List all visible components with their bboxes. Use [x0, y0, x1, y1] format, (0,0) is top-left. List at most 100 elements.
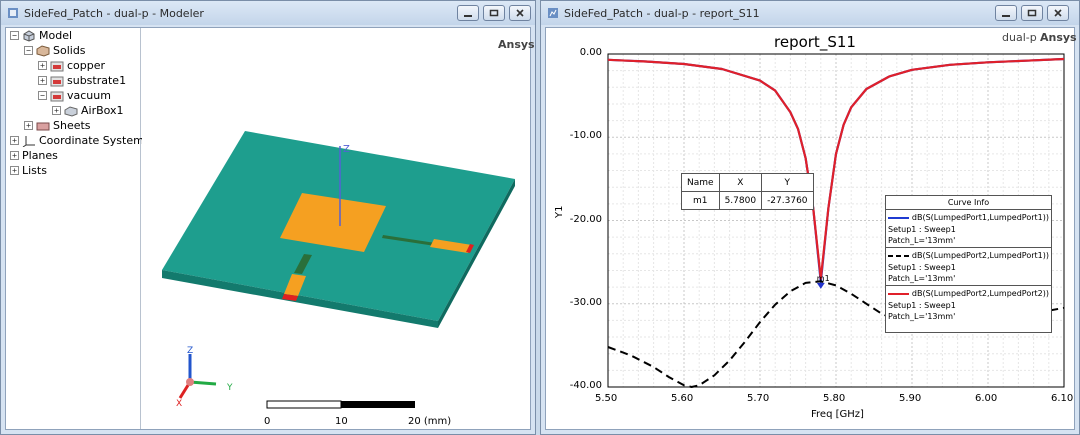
legend-param: Patch_L='13mm'	[888, 274, 956, 283]
tree-label: substrate1	[67, 74, 127, 87]
legend-name: dB(S(LumpedPort2,LumpedPort1))	[911, 251, 1049, 260]
collapse-toggle[interactable]: −	[38, 91, 47, 100]
collapse-toggle[interactable]: −	[10, 31, 19, 40]
minimize-icon	[1002, 15, 1010, 17]
x-tick-label: 6.00	[975, 393, 998, 404]
close-button[interactable]	[509, 5, 531, 21]
restore-icon	[1027, 9, 1037, 17]
expand-toggle[interactable]: +	[38, 61, 47, 70]
tree-label: Planes	[22, 149, 58, 162]
legend-param: Patch_L='13mm'	[888, 312, 956, 321]
triad-y-label: Y	[226, 383, 233, 393]
expand-toggle[interactable]: +	[10, 151, 19, 160]
modeler-3d-view[interactable]: Ansys Z Z Y X 0 10 20 (mm)	[142, 28, 535, 431]
x-tick-label: 6.10	[1051, 393, 1074, 404]
marker-y-cell: -27.3760	[761, 191, 814, 210]
table-row[interactable]: m1 5.7800 -27.3760	[681, 191, 814, 210]
close-icon	[1054, 9, 1062, 17]
tree-item-airbox1[interactable]: + AirBox1	[52, 103, 124, 118]
tree-label: Solids	[53, 44, 86, 57]
close-button[interactable]	[1047, 5, 1069, 21]
legend-entry[interactable]: dB(S(LumpedPort2,LumpedPort2)) Setup1 : …	[886, 286, 1051, 323]
y-tick-label: -20.00	[569, 213, 602, 225]
modeler-content: − Model − Solids + copper + substrate1 −	[5, 27, 535, 431]
tree-item-model[interactable]: − Model	[10, 28, 72, 43]
expand-toggle[interactable]: +	[10, 136, 19, 145]
marker-table[interactable]: Name X Y m1 5.7800 -27.3760	[681, 173, 814, 210]
tree-item-lists[interactable]: + Lists	[10, 163, 47, 178]
report-content: report_S11 dual-p Ansys m1 5.50 5.60 5.70 5…	[545, 27, 1077, 430]
collapse-toggle[interactable]: −	[24, 46, 33, 55]
expand-toggle[interactable]: +	[10, 166, 19, 175]
scale-tick-10: 10	[335, 416, 348, 427]
minimize-button[interactable]	[995, 5, 1017, 21]
tree-item-planes[interactable]: + Planes	[10, 148, 58, 163]
report-window: SideFed_Patch - dual-p - report_S11 repo…	[540, 0, 1080, 435]
legend-name: dB(S(LumpedPort2,LumpedPort2))	[911, 289, 1049, 298]
x-tick-label: 5.70	[747, 393, 770, 404]
modeler-window: SideFed_Patch - dual-p - Modeler − Model…	[0, 0, 536, 435]
tree-item-coordinate-systems[interactable]: + Coordinate Systems	[10, 133, 150, 148]
tree-label: Model	[39, 29, 73, 42]
y-tick-label: -30.00	[569, 296, 602, 308]
tree-label: copper	[67, 59, 106, 72]
x-axis-label: Freq [GHz]	[811, 409, 864, 420]
report-app-icon	[548, 8, 558, 18]
legend-setup: Setup1 : Sweep1	[888, 225, 956, 234]
modeler-title: SideFed_Patch - dual-p - Modeler	[24, 6, 204, 20]
legend-name: dB(S(LumpedPort1,LumpedPort1))	[911, 213, 1049, 222]
expand-toggle[interactable]: +	[38, 76, 47, 85]
legend-setup: Setup1 : Sweep1	[888, 301, 956, 310]
legend-swatch-dashed	[888, 254, 909, 257]
triad-x-label: X	[176, 399, 182, 409]
tree-label: AirBox1	[81, 104, 124, 117]
plot-marker[interactable]: m1	[816, 274, 830, 289]
triad-z-label: Z	[187, 346, 193, 356]
marker-m1-triangle[interactable]	[816, 282, 825, 289]
scale-bar-white	[266, 400, 342, 409]
scale-tick-0: 0	[264, 416, 270, 427]
report-title: SideFed_Patch - dual-p - report_S11	[564, 6, 760, 20]
minimize-button[interactable]	[457, 5, 479, 21]
solid-object-icon	[64, 105, 78, 117]
legend-swatch-red	[888, 292, 909, 295]
expand-toggle[interactable]: +	[24, 121, 33, 130]
material-folder-icon	[50, 76, 64, 86]
tree-item-vacuum[interactable]: − vacuum	[38, 88, 111, 103]
marker-m1-label: m1	[817, 274, 830, 283]
tree-item-copper[interactable]: + copper	[38, 58, 105, 73]
y-tick-label: -10.00	[569, 130, 602, 142]
restore-icon	[489, 9, 499, 17]
triad-origin	[186, 378, 194, 386]
legend-param: Patch_L='13mm'	[888, 236, 956, 245]
marker-table-header: Name X Y	[681, 173, 814, 192]
tree-item-sheets[interactable]: + Sheets	[24, 118, 91, 133]
tree-label: Lists	[22, 164, 47, 177]
material-folder-icon	[50, 61, 64, 71]
tree-item-solids[interactable]: − Solids	[24, 43, 86, 58]
close-icon	[516, 9, 524, 17]
legend-entry[interactable]: dB(S(LumpedPort2,LumpedPort1)) Setup1 : …	[886, 248, 1051, 286]
hfss-app-icon	[8, 8, 18, 18]
marker-x-cell: 5.7800	[718, 191, 763, 210]
z-axis-label: Z	[343, 144, 350, 155]
y-axis-label: Y1	[554, 205, 565, 218]
scale-tick-20: 20 (mm)	[408, 416, 451, 427]
modeler-titlebar[interactable]: SideFed_Patch - dual-p - Modeler	[1, 1, 535, 25]
curve-info-legend[interactable]: Curve Info dB(S(LumpedPort1,LumpedPort1)…	[885, 195, 1052, 333]
geometry-canvas[interactable]: Z Z Y X 0 10 20 (mm)	[142, 28, 532, 431]
expand-toggle[interactable]: +	[52, 106, 61, 115]
tree-item-substrate1[interactable]: + substrate1	[38, 73, 126, 88]
coordinate-system-icon	[22, 135, 35, 147]
project-tree: − Model − Solids + copper + substrate1 −	[6, 28, 150, 429]
x-tick-label: 5.50	[595, 393, 618, 404]
x-tick-label: 5.80	[823, 393, 846, 404]
legend-entry[interactable]: dB(S(LumpedPort1,LumpedPort1)) Setup1 : …	[886, 210, 1051, 248]
y-tick-label: -40.00	[569, 380, 602, 391]
sheets-folder-icon	[36, 122, 50, 130]
restore-button[interactable]	[483, 5, 505, 21]
restore-button[interactable]	[1021, 5, 1043, 21]
y-tick-label: 0.00	[579, 47, 602, 58]
scale-bar-black	[341, 401, 415, 408]
tree-label: vacuum	[67, 89, 111, 102]
